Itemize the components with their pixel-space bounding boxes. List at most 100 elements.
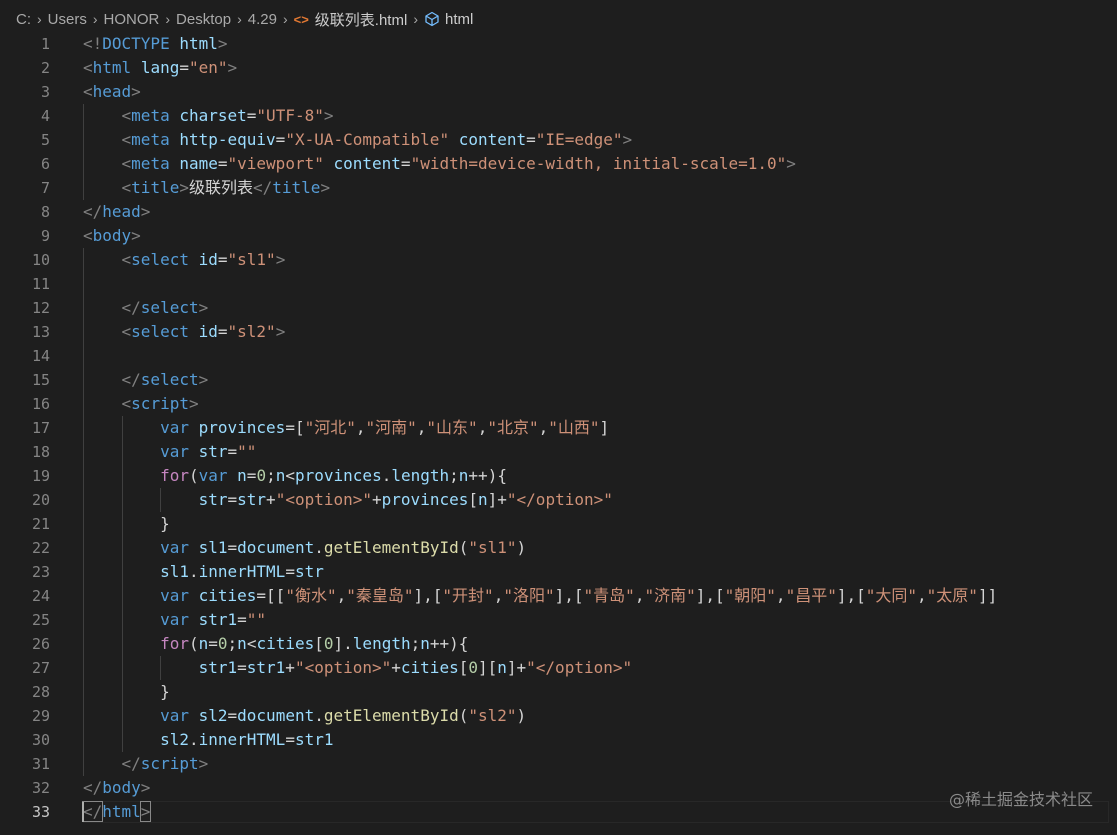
line-number: 17 xyxy=(31,419,50,437)
code-line[interactable]: 7 <title>级联列表</title> xyxy=(0,176,1117,200)
code-text: sl2.innerHTML=str1 xyxy=(160,730,334,749)
watermark: @稀土掘金技术社区 xyxy=(948,790,1093,809)
line-number: 27 xyxy=(31,659,50,677)
line-number: 11 xyxy=(31,275,50,293)
code-text: </body> xyxy=(83,778,151,797)
line-number: 28 xyxy=(31,683,50,701)
line-number: 13 xyxy=(31,323,50,341)
code-text: var sl1=document.getElementById("sl1") xyxy=(160,538,527,557)
breadcrumb-desktop[interactable]: Desktop xyxy=(176,11,231,28)
code-line[interactable]: 12 </select> xyxy=(0,296,1117,320)
line-number: 33 xyxy=(31,803,50,821)
breadcrumb-honor[interactable]: HONOR xyxy=(104,11,160,28)
code-line[interactable]: 9 <body> xyxy=(0,224,1117,248)
line-number: 7 xyxy=(40,179,50,197)
code-line[interactable]: 6 <meta name="viewport" content="width=d… xyxy=(0,152,1117,176)
code-line[interactable]: 31 </script> xyxy=(0,752,1117,776)
code-line[interactable]: 17 var provinces=["河北","河南","山东","北京","山… xyxy=(0,416,1117,440)
code-text: var cities=[["衡水","秦皇岛"],["开封","洛阳"],["青… xyxy=(160,586,998,605)
html-file-icon: <> xyxy=(293,11,309,27)
code-line[interactable]: 20 str=str+"<option>"+provinces[n]+"</op… xyxy=(0,488,1117,512)
code-line[interactable]: 3 <head> xyxy=(0,80,1117,104)
code-text: var str="" xyxy=(160,442,257,461)
code-line[interactable]: 25 var str1="" xyxy=(0,608,1117,632)
code-text: <head> xyxy=(83,82,141,101)
line-number: 21 xyxy=(31,515,50,533)
code-line[interactable]: 1 <!DOCTYPE html> xyxy=(0,32,1117,56)
code-text: sl1.innerHTML=str xyxy=(160,562,324,581)
code-text: </html> xyxy=(81,801,152,822)
code-line[interactable]: 5 <meta http-equiv="X-UA-Compatible" con… xyxy=(0,128,1117,152)
code-line[interactable]: 13 <select id="sl2"> xyxy=(0,320,1117,344)
line-number: 10 xyxy=(31,251,50,269)
chevron-right-icon: › xyxy=(92,11,98,27)
code-text: <!DOCTYPE html> xyxy=(83,34,228,53)
line-number: 26 xyxy=(31,635,50,653)
line-number: 8 xyxy=(40,203,50,221)
line-number: 4 xyxy=(40,107,50,125)
code-text: <title>级联列表</title> xyxy=(121,178,331,197)
breadcrumb-users[interactable]: Users xyxy=(48,11,87,28)
code-text: str1=str1+"<option>"+cities[0][n]+"</opt… xyxy=(198,658,633,677)
breadcrumb-drive[interactable]: C: xyxy=(16,11,31,28)
line-number: 32 xyxy=(31,779,50,797)
line-number: 9 xyxy=(40,227,50,245)
line-number: 23 xyxy=(31,563,50,581)
line-number: 25 xyxy=(31,611,50,629)
line-number: 2 xyxy=(40,59,50,77)
code-line[interactable]: 10 <select id="sl1"> xyxy=(0,248,1117,272)
code-text: var sl2=document.getElementById("sl2") xyxy=(160,706,527,725)
code-text: <meta charset="UTF-8"> xyxy=(121,106,334,125)
code-line[interactable]: 29 var sl2=document.getElementById("sl2"… xyxy=(0,704,1117,728)
line-number: 1 xyxy=(40,35,50,53)
code-text: <body> xyxy=(83,226,141,245)
code-line[interactable]: 19 for(var n=0;n<provinces.length;n++){ xyxy=(0,464,1117,488)
code-line[interactable]: 2 <html lang="en"> xyxy=(0,56,1117,80)
code-text: var str1="" xyxy=(160,610,267,629)
code-line[interactable]: 16 <script> xyxy=(0,392,1117,416)
code-text: </head> xyxy=(83,202,151,221)
code-text: <meta http-equiv="X-UA-Compatible" conte… xyxy=(121,130,633,149)
code-line[interactable]: 26 for(n=0;n<cities[0].length;n++){ xyxy=(0,632,1117,656)
chevron-right-icon: › xyxy=(37,11,42,27)
breadcrumb-folder[interactable]: 4.29 xyxy=(248,11,277,28)
line-number: 14 xyxy=(31,347,50,365)
code-line[interactable]: 23 sl1.innerHTML=str xyxy=(0,560,1117,584)
line-number: 3 xyxy=(40,83,50,101)
code-text: </script> xyxy=(121,754,209,773)
code-line[interactable]: 14 xyxy=(0,344,1117,368)
code-line[interactable]: 24 var cities=[["衡水","秦皇岛"],["开封","洛阳"],… xyxy=(0,584,1117,608)
code-line[interactable]: 4 <meta charset="UTF-8"> xyxy=(0,104,1117,128)
line-number: 15 xyxy=(31,371,50,389)
line-number: 29 xyxy=(31,707,50,725)
line-number: 30 xyxy=(31,731,50,749)
line-number: 20 xyxy=(31,491,50,509)
code-line[interactable]: 27 str1=str1+"<option>"+cities[0][n]+"</… xyxy=(0,656,1117,680)
code-text: <html lang="en"> xyxy=(83,58,238,77)
code-line[interactable]: 15 </select> xyxy=(0,368,1117,392)
line-number: 6 xyxy=(40,155,50,173)
line-number: 5 xyxy=(40,131,50,149)
chevron-right-icon: › xyxy=(413,11,418,27)
text-cursor xyxy=(82,802,84,822)
code-text: <meta name="viewport" content="width=dev… xyxy=(121,154,796,173)
code-text: </select> xyxy=(121,370,209,389)
chevron-right-icon: › xyxy=(237,11,242,27)
code-line[interactable]: 28 } xyxy=(0,680,1117,704)
code-line[interactable]: 18 var str="" xyxy=(0,440,1117,464)
code-line[interactable]: 30 sl2.innerHTML=str1 xyxy=(0,728,1117,752)
line-number: 24 xyxy=(31,587,50,605)
code-text: var provinces=["河北","河南","山东","北京","山西"] xyxy=(160,418,610,437)
code-text: <select id="sl2"> xyxy=(121,322,286,341)
code-line[interactable]: 22 var sl1=document.getElementById("sl1"… xyxy=(0,536,1117,560)
line-number: 31 xyxy=(31,755,50,773)
code-text: for(n=0;n<cities[0].length;n++){ xyxy=(160,634,469,653)
code-editor[interactable]: 1 <!DOCTYPE html> 2 <html lang="en"> 3 <head>… xyxy=(0,32,1117,832)
breadcrumb-file[interactable]: 级联列表.html xyxy=(315,9,408,30)
code-line[interactable]: 11 xyxy=(0,272,1117,296)
code-text: str=str+"<option>"+provinces[n]+"</optio… xyxy=(198,490,613,509)
code-line[interactable]: 21 } xyxy=(0,512,1117,536)
code-text: <script> xyxy=(121,394,199,413)
code-line[interactable]: 8 </head> xyxy=(0,200,1117,224)
breadcrumb-symbol[interactable]: html xyxy=(445,11,473,28)
